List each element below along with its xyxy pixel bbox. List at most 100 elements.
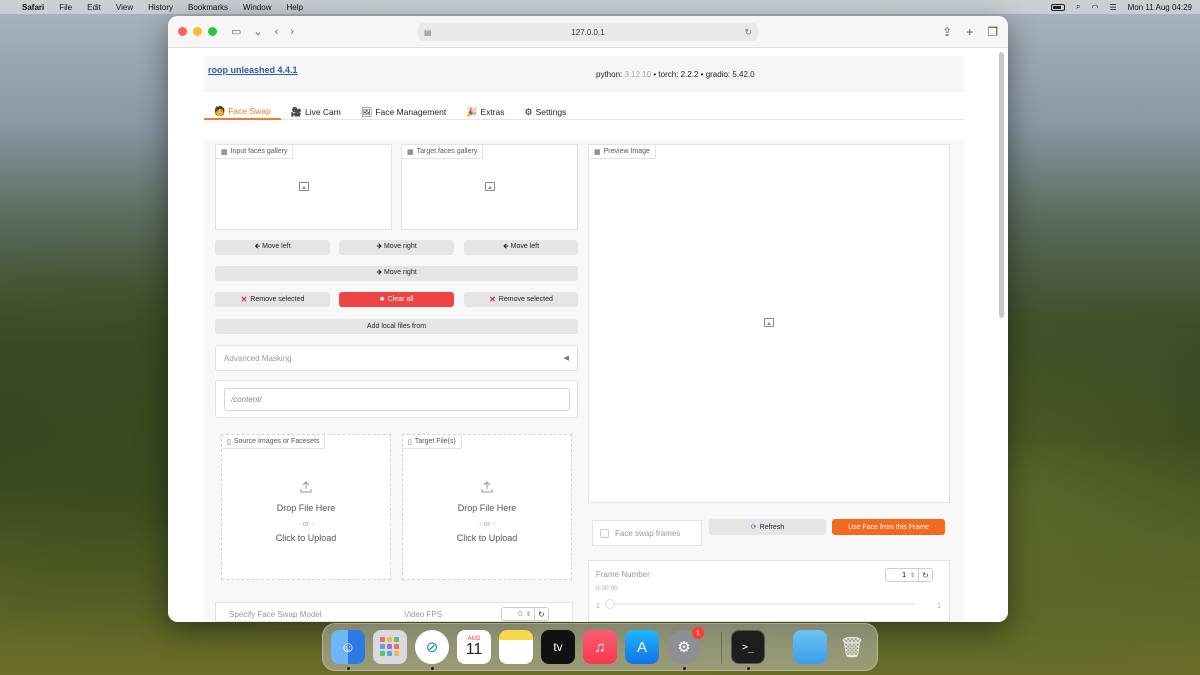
- gallery-icon: ▦: [221, 148, 228, 156]
- chevron-down-icon[interactable]: ⌄: [253, 25, 262, 38]
- app-store-icon[interactable]: A: [625, 630, 659, 664]
- button-label: Clear all: [387, 296, 414, 303]
- file-icon: ▯: [227, 438, 231, 446]
- stepper-arrows-icon[interactable]: ⇕: [910, 572, 918, 579]
- move-right-target-button[interactable]: 🡺 Move right: [215, 266, 578, 281]
- menu-view[interactable]: View: [116, 3, 133, 12]
- forward-icon[interactable]: ›: [290, 26, 294, 38]
- frame-number-stepper[interactable]: 1 ⇕ ↻: [885, 568, 933, 582]
- launchpad-icon[interactable]: [373, 630, 407, 664]
- tab-overview-icon[interactable]: ❐: [987, 25, 998, 39]
- menu-app-name[interactable]: Safari: [22, 3, 44, 12]
- tab-face-management[interactable]: 🖼 Face Management: [351, 104, 456, 120]
- menu-history[interactable]: History: [148, 3, 173, 12]
- move-right-input-button[interactable]: 🡺 Move right: [339, 240, 454, 255]
- add-local-files-button[interactable]: Add local files from: [215, 319, 578, 334]
- back-icon[interactable]: ‹: [275, 26, 279, 38]
- preview-label-text: Preview Image: [603, 148, 650, 155]
- face-swap-frames-checkbox[interactable]: Face swap frames: [592, 520, 702, 546]
- terminal-icon[interactable]: >_: [731, 630, 765, 664]
- finder-icon[interactable]: ☺: [331, 630, 365, 664]
- menu-clock[interactable]: Mon 11 Aug 04:29: [1128, 3, 1192, 12]
- app-title-link[interactable]: roop unleashed 4.4.1: [208, 65, 298, 75]
- source-images-dropzone[interactable]: ▯ Source Images or Facesets Drop File Her…: [221, 434, 391, 580]
- target-faces-gallery[interactable]: ▦ Target faces gallery: [401, 144, 578, 230]
- minimize-window-button[interactable]: [193, 27, 202, 36]
- tab-extras[interactable]: 🎉 Extras: [456, 104, 514, 120]
- zoom-window-button[interactable]: [208, 27, 217, 36]
- frame-number-label: Frame Number: [596, 570, 650, 579]
- trash-icon[interactable]: 🗑: [835, 630, 869, 664]
- wifi-icon[interactable]: ◠: [1091, 3, 1098, 12]
- video-fps-stepper[interactable]: 0 ⇕ ↻: [501, 607, 549, 621]
- upload-icon: [481, 481, 493, 493]
- preview-label: ▦ Preview Image: [589, 145, 656, 159]
- stepper-arrows-icon[interactable]: ⇕: [526, 611, 534, 618]
- image-placeholder-icon: [485, 182, 495, 191]
- menu-file[interactable]: File: [59, 3, 72, 12]
- safari-icon[interactable]: ⊘: [415, 630, 449, 664]
- calendar-icon[interactable]: AUG 11: [457, 630, 491, 664]
- address-bar[interactable]: ▤ 127.0.0.1 ↻: [418, 23, 758, 41]
- close-window-button[interactable]: [178, 27, 187, 36]
- sidebar-toggle-icon[interactable]: ▭: [231, 25, 241, 38]
- gear-icon: ⚙: [524, 106, 533, 117]
- move-left-target-button[interactable]: 🡸 Move left: [464, 240, 578, 255]
- reload-icon[interactable]: ↻: [744, 27, 752, 38]
- checkbox-label: Face swap frames: [615, 528, 681, 538]
- frame-value: 1: [902, 571, 906, 579]
- checkbox[interactable]: [600, 528, 609, 538]
- click-upload-text: Click to Upload: [456, 533, 518, 543]
- remove-selected-target-button[interactable]: ✕ Remove selected: [464, 292, 578, 307]
- target-files-dropzone[interactable]: ▯ Target File(s) Drop File Here - or - Cl…: [402, 434, 572, 580]
- tab-label: Face Swap: [228, 106, 271, 116]
- menu-bar: Safari File Edit View History Bookmarks …: [0, 0, 1200, 14]
- tab-label: Settings: [535, 107, 567, 117]
- notification-badge: 1: [692, 627, 704, 639]
- battery-icon[interactable]: [1051, 3, 1065, 11]
- or-text: - or -: [479, 519, 495, 528]
- system-settings-icon[interactable]: ⚙ 1: [667, 627, 704, 664]
- page-scrollbar[interactable]: [999, 52, 1004, 318]
- version-info: python: 3.12.10 • torch: 2.2.2 • gradio:…: [596, 70, 755, 79]
- control-center-icon[interactable]: ☰: [1109, 3, 1116, 12]
- new-tab-icon[interactable]: +: [966, 25, 973, 39]
- reset-icon[interactable]: ↻: [534, 608, 548, 620]
- menu-window[interactable]: Window: [243, 3, 271, 12]
- running-indicator: [747, 667, 750, 670]
- menu-edit[interactable]: Edit: [87, 3, 101, 12]
- apple-tv-icon[interactable]: tv: [541, 630, 575, 664]
- use-face-from-frame-button[interactable]: Use Face from this Frame: [832, 519, 945, 535]
- clear-all-button[interactable]: ✱ Clear all: [339, 292, 454, 307]
- move-left-input-button[interactable]: 🡸 Move left: [215, 240, 330, 255]
- dock: ☺ ⊘ AUG 11 tv ♫ A ⚙ 1 >_ 🗑: [322, 623, 878, 671]
- menu-bookmarks[interactable]: Bookmarks: [188, 3, 228, 12]
- app-header: [204, 56, 964, 92]
- local-path-input[interactable]: /content/: [224, 388, 570, 411]
- share-icon[interactable]: ⇪: [942, 25, 952, 39]
- folder-icon[interactable]: [793, 630, 827, 664]
- or-text: - or -: [298, 519, 314, 528]
- page-icon: ▤: [424, 27, 432, 37]
- slider-thumb[interactable]: [605, 599, 615, 609]
- dropzone-label: ▯ Source Images or Facesets: [222, 435, 326, 449]
- input-faces-gallery[interactable]: ▦ Input faces gallery: [215, 144, 392, 230]
- frame-slider[interactable]: [605, 599, 930, 609]
- face-management-icon: 🖼: [360, 106, 373, 117]
- clear-icon: ✱: [379, 297, 385, 303]
- tab-live-cam[interactable]: 🎥 Live Cam: [281, 104, 351, 120]
- tab-settings[interactable]: ⚙ Settings: [515, 104, 577, 120]
- menu-help[interactable]: Help: [286, 3, 302, 12]
- music-icon[interactable]: ♫: [583, 630, 617, 664]
- spotlight-icon[interactable]: ⌕: [1076, 2, 1080, 12]
- upload-icon: [300, 481, 312, 493]
- remove-selected-input-button[interactable]: ✕ Remove selected: [215, 292, 330, 307]
- click-upload-text: Click to Upload: [275, 533, 337, 543]
- reset-icon[interactable]: ↻: [918, 569, 932, 581]
- refresh-button[interactable]: ⟳ Refresh: [709, 519, 826, 535]
- advanced-masking-accordion[interactable]: Advanced Masking ◀: [215, 345, 578, 371]
- dropzone-label: ▯ Target File(s): [403, 435, 462, 449]
- file-icon: ▯: [408, 438, 412, 446]
- notes-icon[interactable]: [499, 630, 533, 664]
- tab-face-swap[interactable]: 🧑 Face Swap: [204, 104, 281, 120]
